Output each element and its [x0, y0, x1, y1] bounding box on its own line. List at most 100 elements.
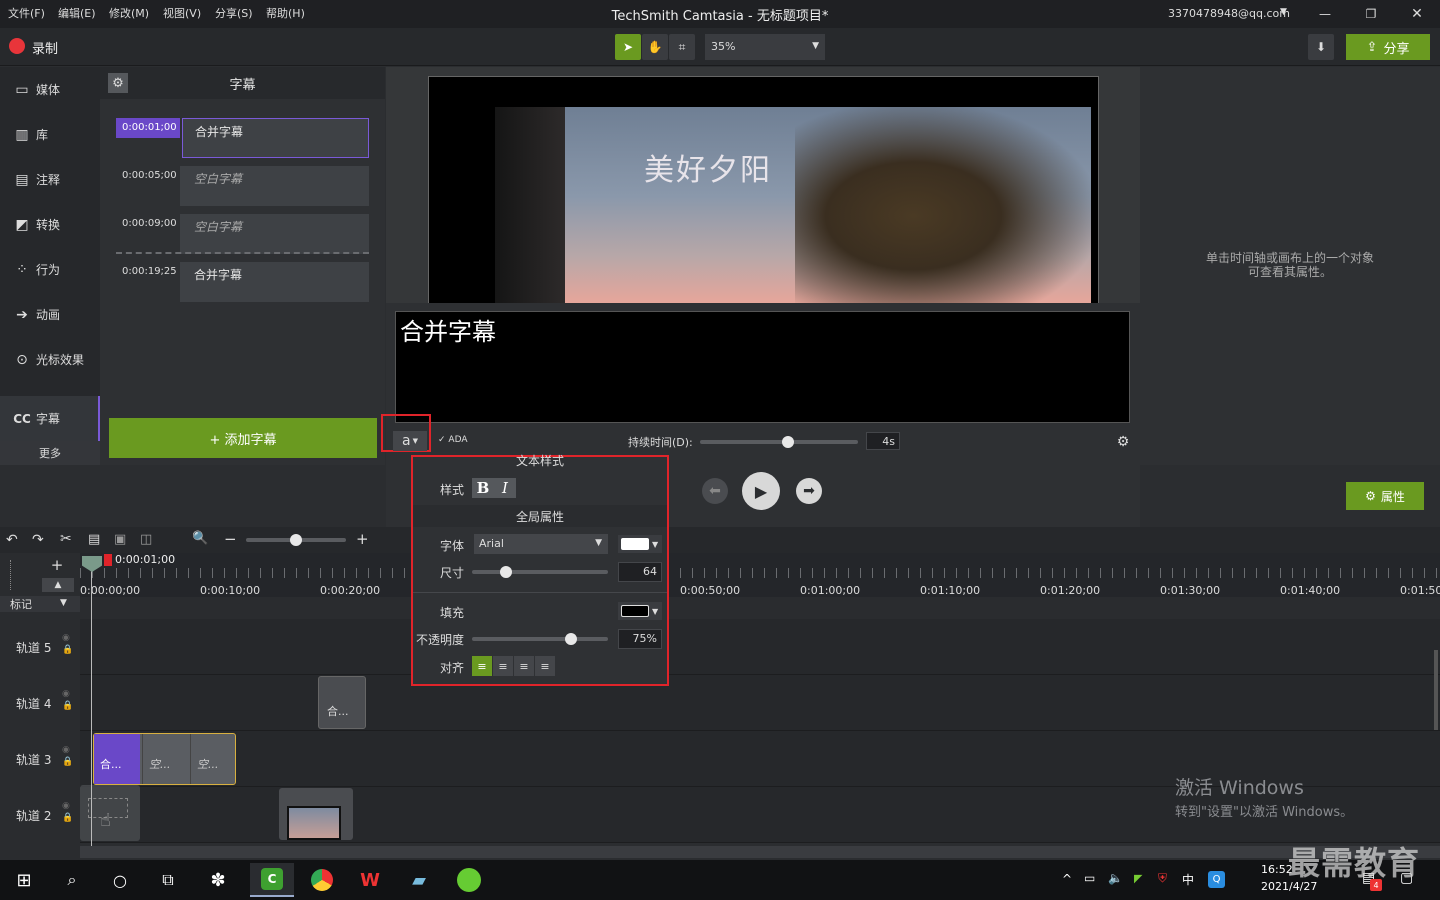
record-icon[interactable] [9, 38, 25, 54]
marker-track[interactable] [80, 597, 1440, 619]
size-field[interactable]: 64 [618, 562, 662, 582]
opacity-field[interactable]: 75% [618, 629, 662, 649]
next-caption-icon[interactable]: ➡ [796, 478, 822, 504]
download-icon[interactable]: ⬇ [1308, 34, 1334, 60]
account-name[interactable]: 3370478948@qq.com [1168, 7, 1290, 20]
caption-text-editor[interactable]: 合并字幕 [395, 311, 1130, 423]
cortana-icon[interactable]: ○ [105, 866, 135, 894]
track-2-visibility-icon[interactable]: ◉ 🔒 [62, 800, 73, 824]
caption-text[interactable]: 合并字幕 [182, 262, 369, 302]
cut-icon[interactable]: ✂ [60, 531, 72, 547]
text-style-button[interactable]: a ▼ [393, 431, 427, 451]
caption-clip[interactable]: 空... [190, 734, 235, 784]
previous-caption-icon[interactable]: ⬅ [702, 478, 728, 504]
sidebar-item-behaviors[interactable]: ⁘ 行为 [0, 247, 100, 292]
fill-color-picker[interactable]: ▼ [618, 602, 662, 620]
sidebar-item-media[interactable]: ▭ 媒体 [0, 67, 100, 112]
duration-slider-knob[interactable] [782, 436, 794, 448]
menu-view[interactable]: 视图(V) [163, 0, 201, 28]
italic-button[interactable]: I [494, 478, 516, 498]
split-icon[interactable]: ◫ [140, 532, 152, 547]
caption-text[interactable]: 合并字幕 [182, 118, 369, 158]
track-5-lane[interactable] [80, 619, 1440, 675]
share-button[interactable]: ⇪ 分享 [1346, 34, 1430, 60]
select-tool-icon[interactable]: ➤ [615, 34, 641, 60]
align-justify-icon[interactable]: ≡ [535, 656, 555, 676]
menu-modify[interactable]: 修改(M) [109, 0, 149, 28]
menu-file[interactable]: 文件(F) [8, 0, 45, 28]
record-button[interactable]: 录制 [32, 38, 58, 57]
sidebar-item-animations[interactable]: ➔ 动画 [0, 292, 100, 337]
properties-button[interactable]: ⚙ 属性 [1346, 482, 1424, 510]
security-shield-icon[interactable]: ⛨ [1158, 871, 1167, 886]
task-view-icon[interactable]: ⧉ [153, 866, 183, 894]
add-track-icon[interactable]: + [46, 556, 68, 574]
copy-icon[interactable]: ▤ [88, 532, 100, 547]
wps-icon[interactable]: W [355, 866, 385, 894]
app-pinwheel-icon[interactable]: ✽ [203, 866, 233, 894]
video-frame[interactable]: 美好夕阳 [428, 76, 1099, 305]
menu-share[interactable]: 分享(S) [215, 0, 253, 28]
font-select[interactable]: Arial ▼ [474, 534, 608, 554]
sidebar-item-transitions[interactable]: ◩ 转换 [0, 202, 100, 247]
collapse-icon[interactable]: ▲ [42, 578, 74, 592]
duration-slider[interactable] [700, 440, 858, 444]
track-5-visibility-icon[interactable]: ◉ 🔒 [62, 632, 73, 656]
zoom-search-icon[interactable]: 🔍 [192, 531, 208, 546]
caption-text[interactable]: 空白字幕 [182, 214, 369, 254]
sidebar-item-cursor-effects[interactable]: ⊙ 光标效果 [0, 337, 100, 382]
crop-tool-icon[interactable]: ⌗ [669, 34, 695, 60]
sidebar-item-library[interactable]: ▥ 库 [0, 112, 100, 157]
ime-indicator[interactable]: 中 [1182, 871, 1194, 888]
add-caption-button[interactable]: + 添加字幕 [109, 418, 377, 458]
close-icon[interactable]: ✕ [1404, 2, 1430, 26]
qq-icon[interactable]: Q [1208, 871, 1225, 888]
network-icon[interactable]: ▭ [1084, 871, 1095, 885]
nvidia-icon[interactable]: ◤ [1134, 872, 1142, 885]
font-color-picker[interactable]: ▼ [618, 535, 662, 553]
track-magnet-icon[interactable] [10, 560, 16, 590]
marker-track-header[interactable]: 标记 ▼ [0, 596, 80, 612]
track-4-visibility-icon[interactable]: ◉ 🔒 [62, 688, 73, 712]
menu-help[interactable]: 帮助(H) [266, 0, 305, 28]
chrome-icon[interactable] [307, 866, 337, 894]
opacity-slider-knob[interactable] [565, 633, 577, 645]
track-4-lane[interactable] [80, 675, 1440, 731]
zoom-select[interactable]: 35% ▼ [705, 34, 825, 60]
align-right-icon[interactable]: ≡ [514, 656, 534, 676]
timeline-vertical-scrollbar[interactable] [1434, 650, 1438, 730]
tray-chevron-up-icon[interactable]: ^ [1062, 872, 1072, 886]
bold-button[interactable]: B [472, 478, 494, 498]
more-button[interactable]: 更多 [0, 441, 100, 465]
menu-edit[interactable]: 编辑(E) [58, 0, 96, 28]
zoom-in-icon[interactable]: + [356, 530, 369, 548]
video-clip[interactable] [279, 788, 353, 840]
caption-clip[interactable]: 合... [94, 734, 140, 784]
duration-field[interactable]: 4s [866, 432, 900, 450]
zoom-out-icon[interactable]: − [224, 530, 237, 548]
notepad-icon[interactable]: ▰ [404, 866, 434, 894]
caption-clip[interactable]: 合... [318, 676, 366, 729]
align-left-icon[interactable]: ≡ [472, 656, 492, 676]
undo-icon[interactable]: ↶ [6, 532, 18, 548]
sidebar-item-captions[interactable]: CC 字幕 [0, 396, 100, 441]
play-caption-icon[interactable]: ▶ [742, 472, 780, 510]
timeline-horizontal-scrollbar[interactable] [80, 846, 1440, 858]
caption-text[interactable]: 空白字幕 [182, 166, 369, 206]
align-center-icon[interactable]: ≡ [493, 656, 513, 676]
windows-start-icon[interactable]: ⊞ [10, 866, 38, 894]
sidebar-item-annotations[interactable]: ▤ 注释 [0, 157, 100, 202]
caption-clip[interactable]: 空... [142, 734, 188, 784]
gear-icon[interactable]: ⚙ [108, 73, 128, 93]
minimize-icon[interactable]: — [1312, 2, 1338, 26]
caption-settings-gear-icon[interactable]: ⚙ [1114, 433, 1132, 451]
restore-icon[interactable]: ❐ [1358, 2, 1384, 26]
timeline-zoom-knob[interactable] [290, 534, 302, 546]
redo-icon[interactable]: ↷ [32, 532, 44, 548]
pan-tool-icon[interactable]: ✋ [642, 34, 668, 60]
opacity-slider[interactable] [472, 637, 608, 641]
paste-icon[interactable]: ▣ [114, 532, 126, 547]
ada-checkbox[interactable]: ✓ ADA [438, 435, 468, 445]
account-dropdown-icon[interactable]: ▼ [1280, 7, 1287, 17]
size-slider[interactable] [472, 570, 608, 574]
